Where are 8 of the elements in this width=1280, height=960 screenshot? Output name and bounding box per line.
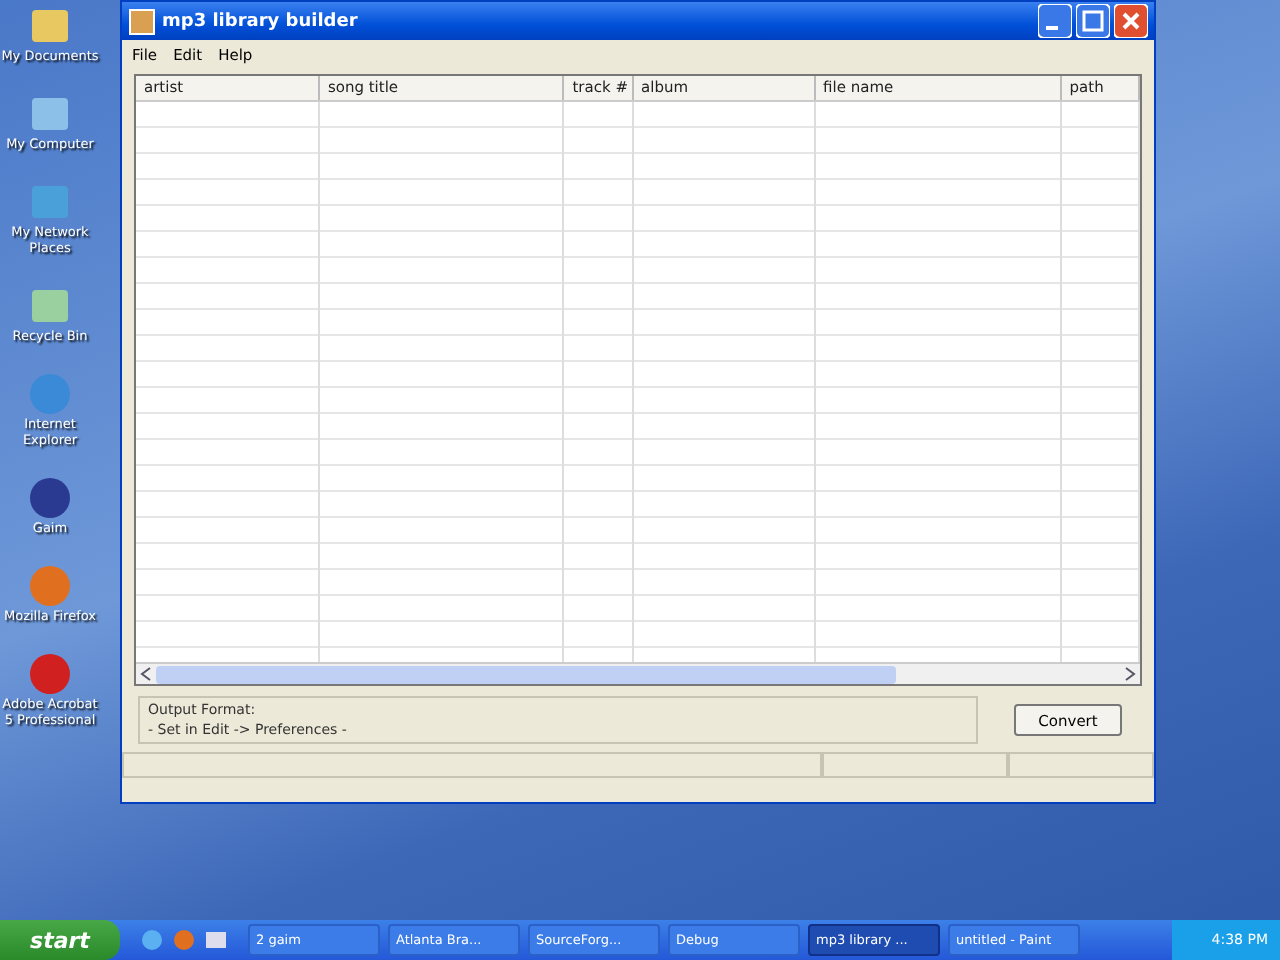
scrollbar-thumb[interactable]	[156, 665, 896, 683]
app-icon	[128, 7, 156, 35]
close-icon[interactable]	[1114, 4, 1148, 38]
maximize-icon[interactable]	[1076, 4, 1110, 38]
minimize-icon[interactable]	[1038, 4, 1072, 38]
horizontal-scrollbar[interactable]	[136, 662, 1140, 684]
start-button[interactable]: start	[0, 920, 120, 960]
window-title: mp3 library builder	[162, 11, 360, 31]
